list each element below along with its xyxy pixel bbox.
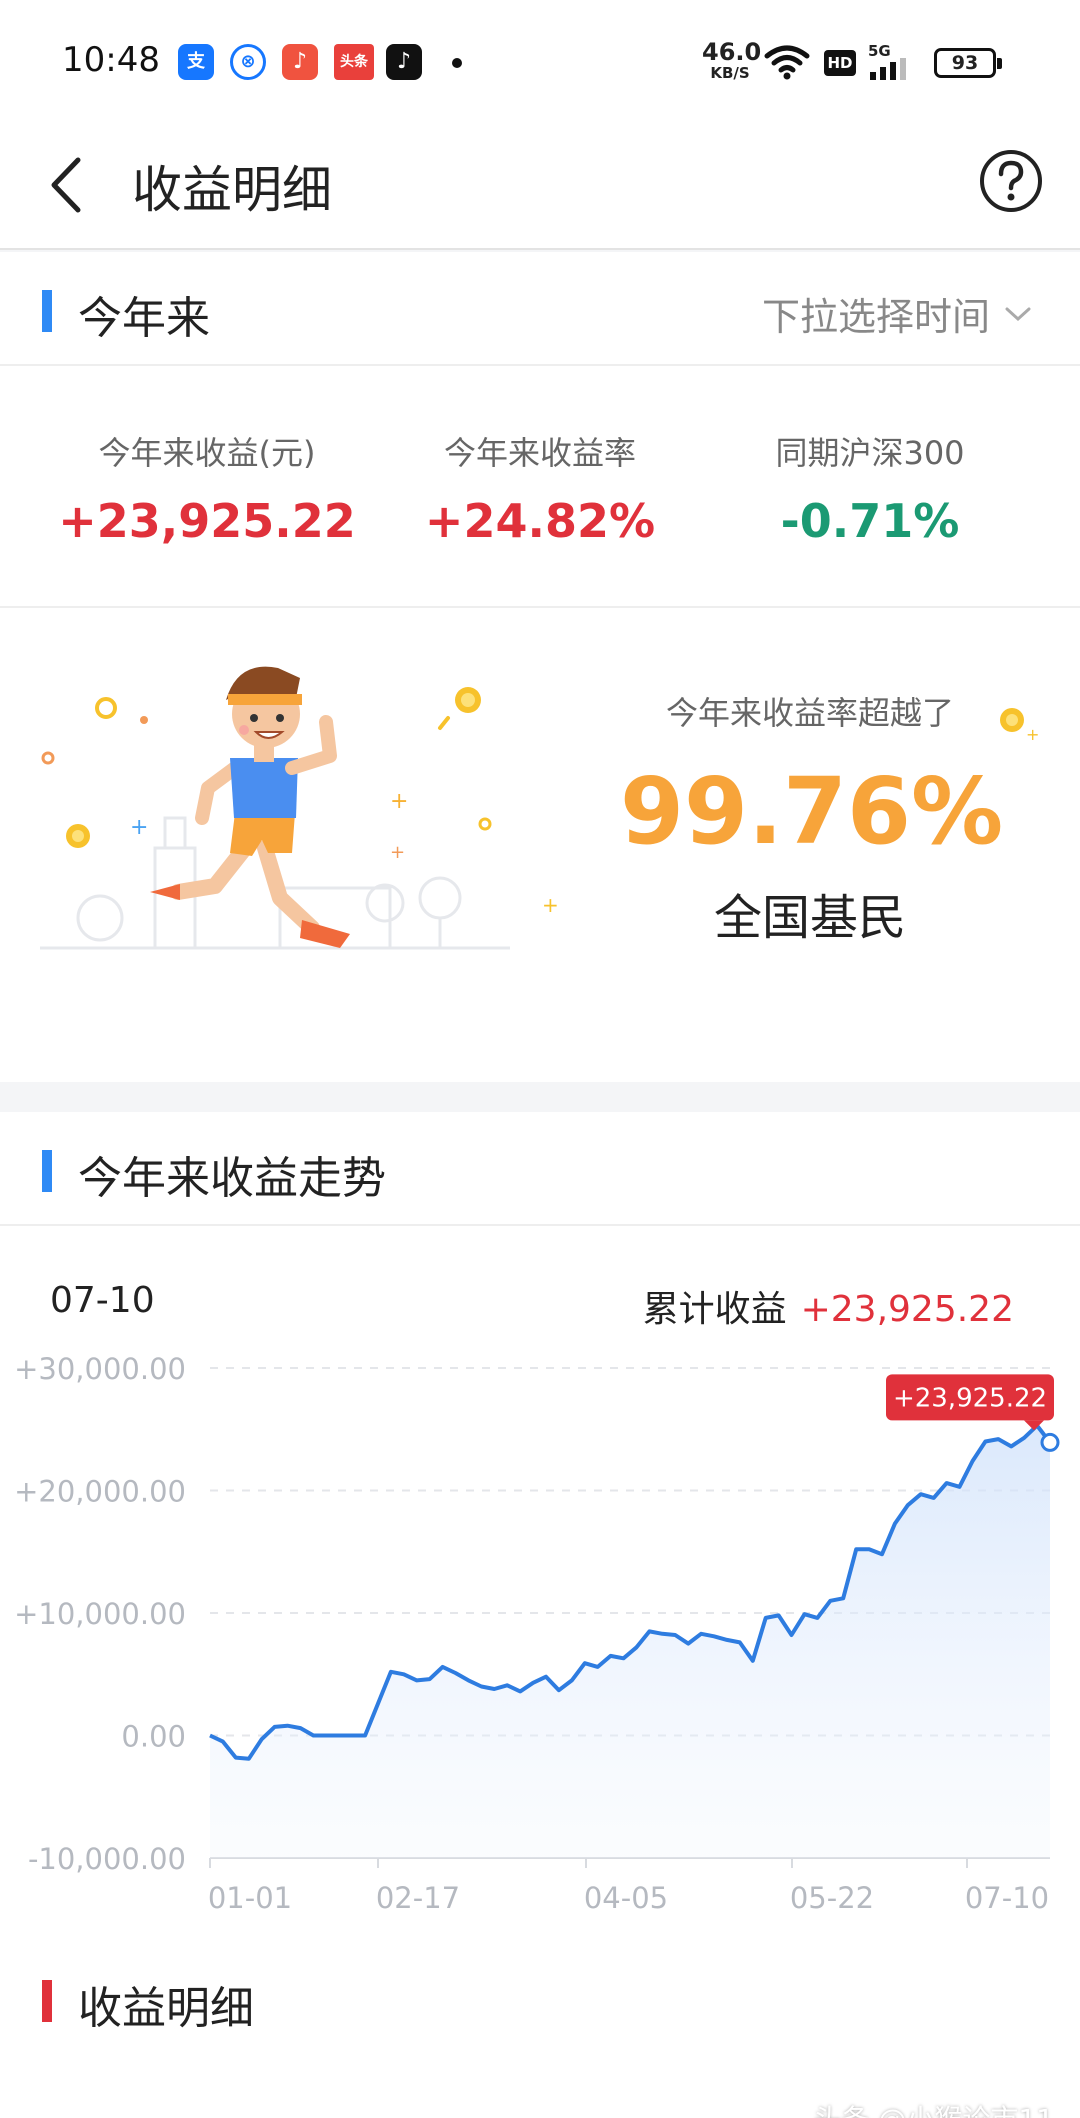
x-tick-label: 05-22 (790, 1881, 874, 1915)
page-title: 收益明细 (132, 161, 332, 219)
stat-value: +23,925.22 (58, 494, 356, 548)
y-tick-label: +30,000.00 (14, 1352, 186, 1386)
unionpay-icon: ⊗ (230, 44, 266, 80)
stats-row: 今年来收益(元) +23,925.22 今年来收益率 +24.82% 同期沪深3… (0, 366, 1080, 608)
detail-header: 收益明细 (0, 1942, 1080, 2056)
detail-title: 收益明细 (78, 1983, 254, 2034)
svg-text:+: + (1026, 725, 1039, 744)
toutiao-icon: 头条 (334, 44, 374, 80)
stat-value: +24.82% (424, 494, 656, 548)
nav-bar: 收益明细 (0, 120, 1080, 250)
stat-value: -0.71% (780, 494, 960, 548)
svg-text:+: + (542, 893, 559, 917)
svg-text:+: + (390, 789, 408, 814)
music-icon: ♪ (282, 44, 318, 80)
help-icon[interactable] (978, 148, 1044, 214)
watermark: 头条 @小猴论市11 (813, 2098, 1054, 2118)
beat-caption: 今年来收益率超越了 (665, 694, 954, 732)
time-range-label: 下拉选择时间 (761, 295, 990, 339)
earnings-trend-chart[interactable]: +30,000.00 +20,000.00 +10,000.00 0.00 -10,00… (0, 1330, 1080, 1920)
trend-date: 07-10 (50, 1280, 155, 1321)
tiktok-icon: ♪ (386, 44, 422, 80)
stat-ytd-earnings: 今年来收益(元) +23,925.22 (27, 428, 387, 548)
net-speed-value: 46.0 (702, 38, 762, 66)
stat-label: 今年来收益率 (443, 434, 636, 472)
stat-label: 今年来收益(元) (98, 434, 316, 472)
runner-illustration: + + + + (40, 666, 559, 950)
x-tick-label: 07-10 (965, 1881, 1049, 1915)
trend-title: 今年来收益走势 (78, 1153, 386, 1204)
notification-dot (452, 58, 462, 68)
beat-percent: 99.76% (620, 758, 1004, 865)
hd-icon: HD (824, 50, 856, 76)
stat-ytd-return: 今年来收益率 +24.82% (360, 428, 720, 548)
cumulative-value: +23,925.22 (800, 1289, 1014, 1330)
signal-icon (870, 58, 906, 80)
cumulative-label: 累计收益 (642, 1289, 787, 1330)
trend-info: 07-10 累计收益 +23,925.22 (0, 1226, 1080, 1330)
beat-people: 全国基民 (713, 890, 906, 946)
status-bar: 10:48 支 ⊗ ♪ 头条 ♪ 46.0 KB/S HD 5G 93 (0, 0, 1080, 120)
stat-csi300: 同期沪深300 -0.71% (690, 428, 1050, 548)
x-tick-label: 04-05 (584, 1881, 668, 1915)
ytd-card: 今年来 下拉选择时间 今年来收益(元) +23,925.22 今年来收益率 +2… (0, 252, 1080, 1082)
svg-text:+: + (390, 842, 405, 863)
ytd-title: 今年来 (78, 293, 210, 344)
section-accent (42, 1980, 52, 2022)
back-arrow-icon[interactable] (40, 150, 100, 220)
stat-label: 同期沪深300 (775, 434, 965, 472)
y-tick-label: 0.00 (121, 1720, 186, 1754)
coin-icon: + (1000, 708, 1039, 744)
svg-text:+: + (130, 815, 148, 840)
beat-panel: + + + + 今年来收益率超越了 99.76% 全国基民 + (0, 608, 1080, 1086)
end-point-marker (1040, 1432, 1060, 1452)
tooltip-label: +23,925.22 (893, 1383, 1047, 1413)
time-range-dropdown[interactable]: 下拉选择时间 (762, 286, 1032, 341)
trend-header: 今年来收益走势 (0, 1112, 1080, 1226)
chevron-down-icon (1005, 307, 1031, 321)
ytd-header: 今年来 下拉选择时间 (0, 252, 1080, 366)
y-tick-label: +10,000.00 (14, 1597, 186, 1631)
battery-icon: 93 (934, 48, 1002, 78)
net-speed: 46.0 KB/S (702, 38, 762, 82)
y-tick-label: -10,000.00 (28, 1842, 186, 1876)
wifi-icon (764, 45, 810, 80)
x-tick-label: 02-17 (376, 1881, 460, 1915)
net-speed-unit: KB/S (710, 64, 750, 82)
x-tick-label: 01-01 (208, 1881, 292, 1915)
status-time: 10:48 (62, 40, 160, 80)
section-accent (42, 290, 52, 332)
cumulative-earnings: 累计收益 +23,925.22 (643, 1280, 1014, 1332)
y-tick-label: +20,000.00 (14, 1475, 186, 1509)
section-accent (42, 1150, 52, 1192)
alipay-icon: 支 (178, 44, 214, 80)
detail-card: 收益明细 (0, 1942, 1080, 2118)
